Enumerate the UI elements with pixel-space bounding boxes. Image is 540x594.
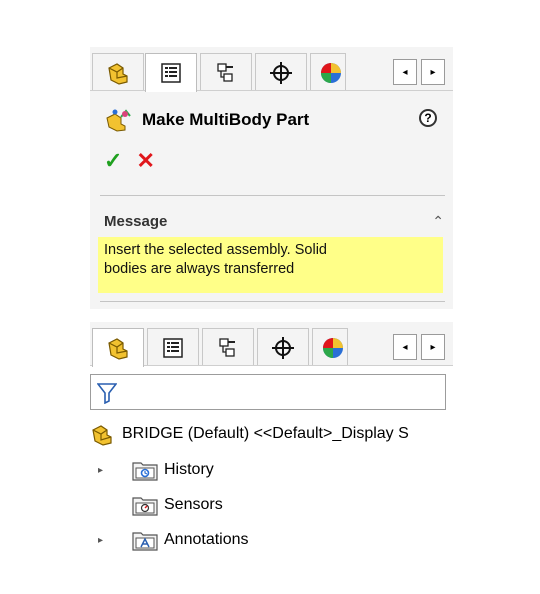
message-text-line: bodies are always transferred: [104, 261, 295, 277]
tab-display-manager[interactable]: [310, 53, 346, 91]
feature-manager-panel: ◂ ▸ BRIDGE (Default) <<Default>_Display …: [90, 322, 453, 562]
property-manager-icon: [161, 63, 181, 83]
ok-button[interactable]: ✓: [104, 149, 122, 173]
sensors-folder-icon: [132, 497, 158, 516]
property-manager-panel: ◂ ▸ Make MultiBody Part ? ✓ ✕ Message ⌃ …: [90, 47, 453, 309]
property-manager-icon: [163, 337, 183, 358]
tab-scroll-left-button[interactable]: ◂: [393, 334, 417, 360]
tab-feature-manager[interactable]: [92, 53, 144, 91]
part-icon: [108, 62, 128, 85]
chevron-right-icon: ▸: [430, 66, 436, 78]
dimxpert-icon: [270, 61, 292, 84]
configuration-manager-icon: [219, 337, 235, 357]
make-multibody-part-icon: [106, 109, 131, 132]
configuration-manager-icon: [217, 62, 233, 82]
tab-property-manager[interactable]: [145, 53, 197, 92]
message-text-line: Insert the selected assembly. Solid: [104, 242, 327, 258]
tree-item-history[interactable]: ▸ History: [98, 456, 214, 484]
part-icon: [92, 425, 112, 446]
chevron-left-icon: ◂: [402, 66, 408, 78]
tab-dimxpert-manager[interactable]: [257, 328, 309, 366]
tree-item-label: Annotations: [164, 531, 249, 548]
dimxpert-icon: [272, 336, 294, 359]
cancel-button[interactable]: ✕: [136, 149, 154, 173]
tab-scroll-right-button[interactable]: ▸: [421, 334, 445, 360]
tree-item-annotations[interactable]: ▸ Annotations: [98, 526, 249, 554]
tree-item-label: Sensors: [164, 496, 223, 513]
action-buttons: ✓ ✕: [104, 149, 155, 173]
history-folder-icon: [132, 462, 158, 481]
page-title: Make MultiBody Part: [142, 110, 310, 129]
part-icon: [108, 338, 128, 360]
annotations-folder-icon: [132, 532, 158, 551]
expand-icon[interactable]: ▸: [98, 535, 110, 546]
chevron-right-icon: ▸: [430, 341, 436, 353]
manager-tab-bar: ◂ ▸: [90, 322, 453, 367]
expand-icon[interactable]: ▸: [98, 465, 110, 476]
tree-root-node[interactable]: BRIDGE (Default) <<Default>_Display S: [90, 421, 453, 447]
tab-scroll-left-button[interactable]: ◂: [393, 59, 417, 85]
tab-configuration-manager[interactable]: [200, 53, 252, 91]
tree-root-label: BRIDGE (Default) <<Default>_Display S: [122, 425, 409, 442]
display-manager-icon: [321, 62, 341, 83]
property-manager-header: Make MultiBody Part ?: [104, 105, 449, 135]
message-section-header[interactable]: Message ⌃: [104, 210, 444, 232]
message-box: Insert the selected assembly. Solid bodi…: [98, 237, 443, 293]
tree-item-label: History: [164, 461, 214, 478]
help-icon[interactable]: ?: [419, 109, 437, 127]
tab-dimxpert-manager[interactable]: [255, 53, 307, 91]
display-manager-icon: [323, 337, 343, 358]
tab-display-manager[interactable]: [312, 328, 348, 366]
tab-feature-manager[interactable]: [92, 328, 144, 367]
chevron-left-icon: ◂: [402, 341, 408, 353]
tab-scroll-right-button[interactable]: ▸: [421, 59, 445, 85]
divider: [100, 301, 445, 302]
section-title: Message: [104, 212, 168, 230]
manager-tab-bar: ◂ ▸: [90, 47, 453, 92]
filter-icon[interactable]: [97, 382, 117, 404]
tree-item-sensors[interactable]: Sensors: [98, 491, 223, 519]
tab-configuration-manager[interactable]: [202, 328, 254, 366]
divider: [100, 195, 445, 196]
chevron-up-icon[interactable]: ⌃: [432, 213, 444, 230]
tab-property-manager[interactable]: [147, 328, 199, 366]
tree-filter-input[interactable]: [90, 374, 446, 410]
